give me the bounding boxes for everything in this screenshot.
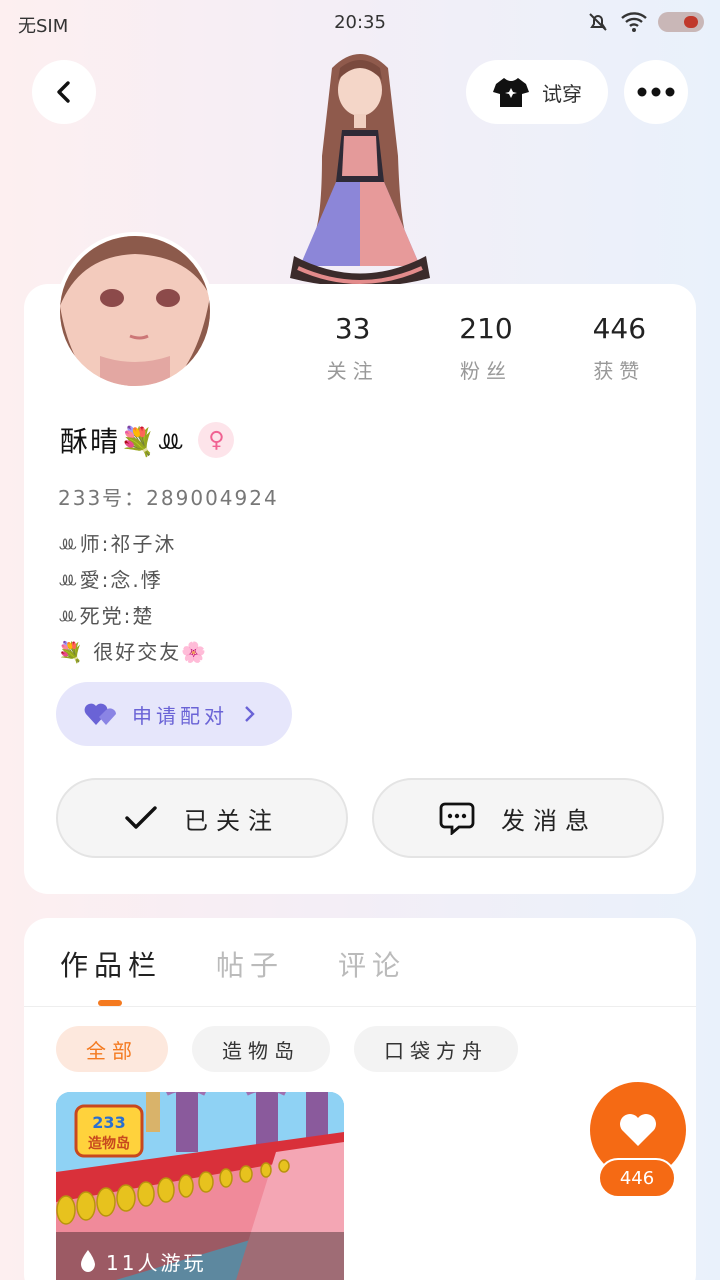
likes-label: 获赞: [593, 359, 646, 383]
stat-likes[interactable]: 446 获赞: [553, 312, 686, 384]
stat-following[interactable]: 33 关注: [286, 312, 419, 384]
try-on-label: 试穿: [542, 81, 582, 106]
tab-comments[interactable]: 评论: [338, 944, 406, 984]
tabs-divider: [24, 1006, 696, 1007]
heart-icon: [620, 1114, 656, 1146]
battery-icon: [658, 12, 704, 32]
game-card[interactable]: 233 造物岛 11人游玩: [56, 1092, 344, 1280]
profile-stats: 33 关注 210 粉丝 446 获赞: [286, 312, 686, 384]
followers-label: 粉丝: [459, 359, 512, 383]
tab-works[interactable]: 作品栏: [60, 944, 162, 984]
tab-posts[interactable]: 帖子: [216, 944, 284, 984]
following-button[interactable]: 已关注: [56, 778, 348, 858]
check-icon: [125, 806, 157, 829]
request-pair-button[interactable]: 申请配对: [56, 682, 292, 746]
followers-count: 210: [459, 312, 513, 345]
game-logo-text-top: 233: [92, 1113, 125, 1132]
back-button[interactable]: [32, 60, 96, 124]
send-message-label: 发消息: [501, 806, 597, 835]
name-row: 酥晴💐ꔛ ♀: [60, 420, 235, 460]
character-avatar-3d[interactable]: [280, 46, 440, 286]
mute-bell-icon: [589, 13, 607, 31]
bio-line: ꔛ师:祁子沐: [58, 532, 177, 556]
send-message-button[interactable]: 发消息: [372, 778, 664, 858]
chip-all[interactable]: 全部: [56, 1026, 168, 1072]
user-name: 酥晴💐ꔛ: [60, 425, 187, 458]
wifi-icon: [621, 12, 647, 32]
chevron-right-icon: [245, 706, 255, 722]
play-count: 11人游玩: [78, 1247, 206, 1276]
try-on-button[interactable]: 试穿: [466, 60, 608, 124]
double-heart-icon: [84, 703, 116, 725]
game-logo-text-bottom: 造物岛: [88, 1135, 130, 1152]
bio-line: ꔛ死党:楚: [58, 604, 155, 628]
more-button[interactable]: [624, 60, 688, 124]
status-bar: 无SIM 20:35: [0, 0, 720, 46]
following-button-label: 已关注: [184, 806, 280, 835]
request-pair-label: 申请配对: [132, 703, 228, 728]
user-bio: ꔛ师:祁子沐 ꔛ愛:念.悸 ꔛ死党:楚 💐 很好交友🌸: [58, 526, 208, 670]
female-icon: ♀: [198, 422, 235, 458]
more-dots-icon: [637, 87, 675, 97]
content-tabs: 作品栏 帖子 评论: [60, 944, 406, 984]
like-count-badge: 446: [598, 1158, 676, 1198]
following-label: 关注: [326, 359, 379, 383]
filter-chips: 全部 造物岛 口袋方舟: [56, 1026, 518, 1072]
bio-line: ꔛ愛:念.悸: [58, 568, 163, 592]
chip-creation-island[interactable]: 造物岛: [192, 1026, 330, 1072]
flame-icon: [81, 1249, 95, 1272]
status-icons: [586, 10, 704, 34]
chat-bubble-icon: [439, 802, 475, 835]
likes-count: 446: [592, 312, 647, 345]
profile-avatar[interactable]: [56, 232, 214, 390]
bio-line: 💐 很好交友🌸: [58, 640, 209, 664]
avatar-image: [60, 236, 210, 386]
chevron-left-icon: [57, 81, 70, 103]
chip-pocket-ark[interactable]: 口袋方舟: [354, 1026, 518, 1072]
following-count: 33: [334, 312, 371, 345]
tshirt-icon: [493, 78, 529, 107]
stat-followers[interactable]: 210 粉丝: [419, 312, 552, 384]
play-count-label: 11人游玩: [106, 1251, 207, 1275]
user-id: 233号：289004924: [58, 486, 279, 510]
